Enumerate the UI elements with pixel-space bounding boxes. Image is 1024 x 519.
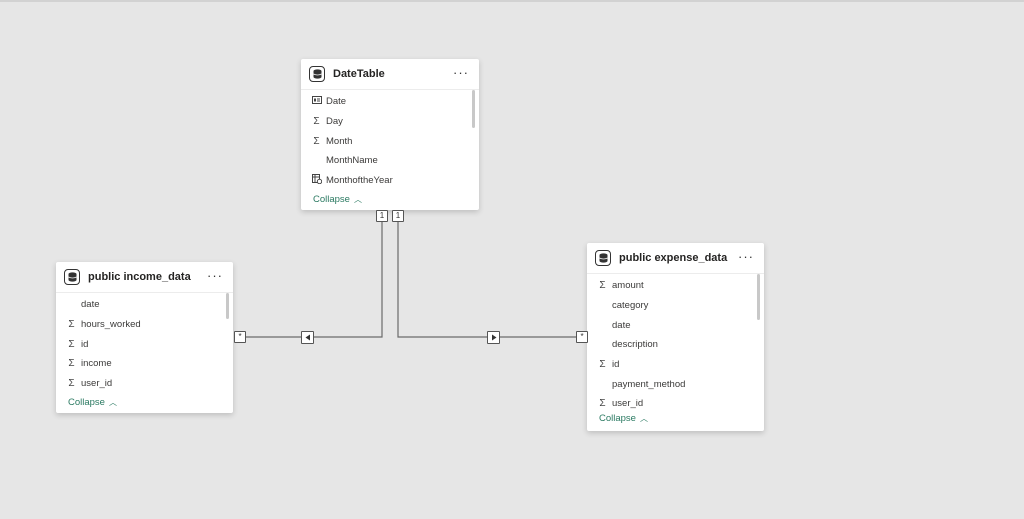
sigma-icon: Σ (313, 116, 320, 128)
field-item[interactable]: date (56, 295, 233, 315)
scrollbar[interactable] (472, 90, 475, 128)
field-name: date (612, 319, 631, 331)
calendar-table-icon (311, 96, 322, 107)
chevron-up-icon: ︿ (353, 194, 362, 204)
sigma-icon: Σ (68, 338, 75, 350)
field-name: user_id (612, 398, 644, 410)
field-name: Month (326, 135, 353, 147)
field-item[interactable]: Σ income (56, 354, 233, 374)
field-item[interactable]: Date (301, 92, 479, 112)
chevron-up-icon: ︿ (108, 397, 117, 407)
field-name: description (612, 339, 658, 351)
table-title: DateTable (333, 68, 385, 80)
collapse-button[interactable]: Collapse ︿ (56, 393, 233, 411)
field-item[interactable]: Σ amount (587, 276, 764, 296)
sigma-icon: Σ (599, 398, 606, 410)
field-item[interactable]: date (587, 315, 764, 335)
sigma-icon: Σ (68, 358, 75, 370)
table-title: public income_data (88, 271, 191, 283)
field-item[interactable]: Σ hours_worked (56, 315, 233, 335)
field-name: amount (612, 280, 644, 292)
field-list: Date Σ Day Σ Month MonthName MonthoftheY… (301, 90, 479, 190)
field-name: user_id (81, 378, 113, 390)
table-icon (595, 250, 611, 266)
field-name: Day (326, 116, 343, 128)
field-name: hours_worked (81, 319, 141, 331)
field-item[interactable]: Σ Month (301, 131, 479, 151)
sigma-icon: Σ (599, 359, 606, 371)
field-name: id (612, 359, 620, 371)
table-card-income[interactable]: public income_data ··· date Σ hours_work… (56, 262, 233, 413)
field-item[interactable]: MonthName (301, 151, 479, 171)
more-options-icon[interactable]: ··· (738, 249, 754, 264)
collapse-label: Collapse (68, 396, 105, 408)
model-canvas[interactable]: DateTable ··· Date Σ Day Σ Month MonthNa… (0, 0, 1024, 519)
relationship-lines (244, 221, 577, 338)
field-name: MonthoftheYear (326, 175, 393, 187)
one-side-marker-expense[interactable]: 1 (392, 210, 404, 222)
filter-direction-right-icon[interactable] (487, 331, 500, 344)
more-options-icon[interactable]: ··· (207, 268, 223, 283)
field-name: category (612, 300, 649, 312)
scrollbar[interactable] (757, 274, 760, 320)
many-side-marker-income[interactable]: * (234, 331, 246, 343)
field-item[interactable]: Σ user_id (587, 394, 764, 414)
table-header[interactable]: public income_data ··· (56, 262, 233, 293)
relationship-line-income (244, 221, 383, 338)
filter-direction-left-icon[interactable] (301, 331, 314, 344)
field-name: MonthName (326, 155, 378, 167)
field-name: Date (326, 96, 347, 108)
field-list: Σ amount category date description Σ id (587, 274, 764, 414)
field-item[interactable]: payment_method (587, 374, 764, 394)
field-name: income (81, 358, 112, 370)
sigma-icon: Σ (313, 135, 320, 147)
field-name: payment_method (612, 378, 686, 390)
field-item[interactable]: Σ Day (301, 112, 479, 132)
table-icon (64, 269, 80, 285)
one-side-marker-income[interactable]: 1 (376, 210, 388, 222)
more-options-icon[interactable]: ··· (453, 65, 469, 80)
field-name: id (81, 338, 89, 350)
calculated-column-icon (311, 174, 322, 187)
field-item[interactable]: description (587, 335, 764, 355)
field-list: date Σ hours_worked Σ id Σ income Σ user… (56, 293, 233, 393)
field-item[interactable]: Σ id (587, 355, 764, 375)
sigma-icon: Σ (68, 378, 75, 390)
sigma-icon: Σ (68, 319, 75, 331)
chevron-up-icon: ︿ (639, 414, 648, 424)
field-item[interactable]: MonthoftheYear (301, 171, 479, 191)
table-header[interactable]: public expense_data ··· (587, 243, 764, 274)
field-item[interactable]: category (587, 296, 764, 316)
field-item[interactable]: Σ user_id (56, 374, 233, 394)
sigma-icon: Σ (599, 280, 606, 292)
field-name: date (81, 299, 100, 311)
collapse-label: Collapse (313, 193, 350, 205)
table-icon (309, 66, 325, 82)
table-header[interactable]: DateTable ··· (301, 59, 479, 90)
relationship-line-expense (397, 221, 577, 338)
field-item[interactable]: Σ id (56, 334, 233, 354)
table-card-datetable[interactable]: DateTable ··· Date Σ Day Σ Month MonthNa… (301, 59, 479, 210)
collapse-label: Collapse (599, 413, 636, 425)
table-card-expense[interactable]: public expense_data ··· Σ amount categor… (587, 243, 764, 431)
table-title: public expense_data (619, 252, 728, 264)
many-side-marker-expense[interactable]: * (576, 331, 588, 343)
scrollbar[interactable] (226, 293, 229, 319)
collapse-button[interactable]: Collapse ︿ (301, 190, 479, 208)
